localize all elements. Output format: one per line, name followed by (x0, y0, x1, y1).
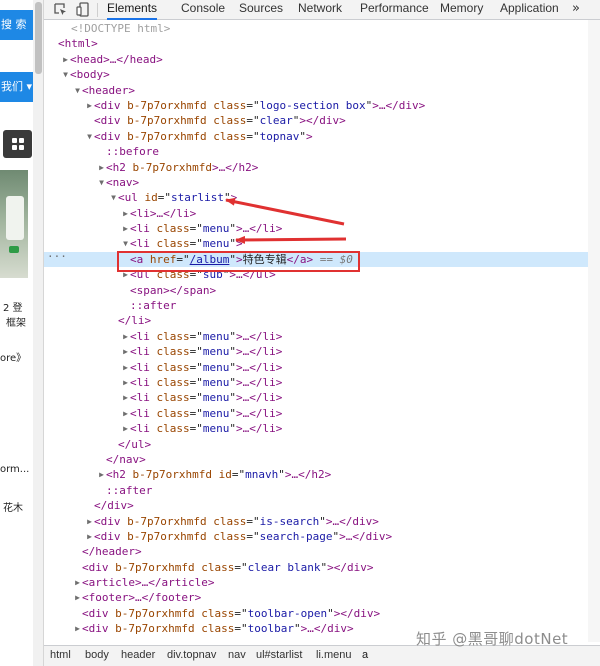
dom-node-div-close[interactable]: </div> (44, 498, 588, 513)
dom-node-header[interactable]: ▼ <header> (44, 83, 588, 98)
snippet-text-4[interactable]: orm... (0, 464, 29, 475)
tab-console[interactable]: Console (181, 0, 225, 20)
more-actions-icon[interactable]: ··· (47, 249, 67, 264)
crumb-nav[interactable]: nav (228, 649, 246, 661)
dom-node-body[interactable]: ▼ <body> (44, 67, 588, 82)
tab-performance[interactable]: Performance (360, 0, 429, 20)
dom-node-li-menu[interactable]: ▶ <li class="menu">…</li> (44, 329, 588, 344)
dom-node-toolbar-open[interactable]: <div b-7p7orxhmfd class="toolbar-open"><… (44, 606, 588, 621)
devtools-tabbar: Elements Console Sources Network Perform… (44, 0, 600, 20)
crumb-li-menu[interactable]: li.menu (316, 649, 351, 661)
dom-node-before[interactable]: ::before (44, 144, 588, 159)
annotation-highlight-box (117, 251, 360, 272)
dom-node-head[interactable]: ▶ <head>…</head> (44, 52, 588, 67)
dom-node-li-menu[interactable]: ▶ <li class="menu">…</li> (44, 221, 588, 236)
crumb-starlist[interactable]: ul#starlist (256, 649, 302, 661)
tab-network[interactable]: Network (298, 0, 342, 20)
elements-scrollbar[interactable] (588, 20, 600, 642)
tab-sources[interactable]: Sources (239, 0, 283, 20)
snippet-text-1: 2 登 (3, 303, 23, 314)
inspect-element-icon[interactable] (54, 3, 67, 16)
dom-node-li-menu[interactable]: ▶ <li class="menu">…</li> (44, 421, 588, 436)
snippet-text-2: 框架 (6, 318, 26, 329)
dom-node-h2[interactable]: ▶ <h2 b-7p7orxhmfd>…</h2> (44, 160, 588, 175)
dom-node-header-close[interactable]: </header> (44, 544, 588, 559)
more-tabs-chevron-icon[interactable]: » (572, 0, 580, 17)
dom-node-doctype[interactable]: <!DOCTYPE html> (44, 21, 588, 36)
dom-node-li-menu[interactable]: ▶ <li class="menu">…</li> (44, 344, 588, 359)
dom-tree: <!DOCTYPE html> <html> ▶ <head>…</head> … (44, 21, 588, 637)
article-thumbnail[interactable] (0, 170, 28, 278)
dom-node-logo-section[interactable]: ▶ <div b-7p7orxhmfd class="logo-section … (44, 98, 588, 113)
dom-node-nav-close[interactable]: </nav> (44, 452, 588, 467)
snippet-text-3[interactable]: ore》 (0, 349, 26, 364)
dom-node-footer[interactable]: ▶ <footer>…</footer> (44, 590, 588, 605)
dom-node-clear-blank[interactable]: <div b-7p7orxhmfd class="clear blank"></… (44, 560, 588, 575)
dom-node-is-search[interactable]: ▶ <div b-7p7orxhmfd class="is-search">…<… (44, 514, 588, 529)
dom-node-li-menu[interactable]: ▶ <li class="menu">…</li> (44, 390, 588, 405)
dom-node-after-li[interactable]: ::after (44, 298, 588, 313)
device-toolbar-icon[interactable] (76, 2, 90, 17)
dom-node-ul-close[interactable]: </ul> (44, 437, 588, 452)
crumb-a[interactable]: a (362, 649, 368, 661)
toolbar-separator (97, 3, 98, 17)
site-about-menu[interactable]: 我们 ▾ (0, 72, 33, 102)
grid-menu-icon[interactable] (3, 130, 32, 158)
dom-node-li-menu[interactable]: ▶ <li class="menu">…</li> (44, 406, 588, 421)
dom-node-clear[interactable]: <div b-7p7orxhmfd class="clear"></div> (44, 113, 588, 128)
crumb-body[interactable]: body (85, 649, 109, 661)
dom-node-article[interactable]: ▶ <article>…</article> (44, 575, 588, 590)
crumb-html[interactable]: html (50, 649, 71, 661)
page-scrollbar[interactable] (33, 0, 43, 666)
crumb-topnav[interactable]: div.topnav (167, 649, 216, 661)
dom-node-li[interactable]: ▶ <li>…</li> (44, 206, 588, 221)
devtools-panel: Elements Console Sources Network Perform… (44, 0, 600, 666)
dom-node-li-menu[interactable]: ▶ <li class="menu">…</li> (44, 375, 588, 390)
tab-application[interactable]: Application (500, 0, 559, 20)
watermark-text: 知乎 @黑哥聊dotNet (416, 630, 569, 648)
tab-elements[interactable]: Elements (107, 0, 158, 20)
dom-node-after-topnav[interactable]: ::after (44, 483, 588, 498)
snippet-text-5: 花木 (3, 503, 23, 514)
dom-node-li-menu-expanded[interactable]: ▼ <li class="menu"> (44, 236, 588, 251)
dom-node-li-menu[interactable]: ▶ <li class="menu">…</li> (44, 360, 588, 375)
dom-node-html[interactable]: <html> (44, 36, 588, 51)
dom-node-ul-starlist[interactable]: ▼ <ul id="starlist"> (44, 190, 588, 205)
site-search-button[interactable]: 搜 索 (0, 10, 33, 40)
dom-node-nav[interactable]: ▼ <nav> (44, 175, 588, 190)
crumb-header[interactable]: header (121, 649, 155, 661)
tab-memory[interactable]: Memory (440, 0, 483, 20)
dom-node-h2-mnavh[interactable]: ▶ <h2 b-7p7orxhmfd id="mnavh">…</h2> (44, 467, 588, 482)
dom-node-li-close[interactable]: </li> (44, 313, 588, 328)
dom-node-topnav[interactable]: ▼ <div b-7p7orxhmfd class="topnav"> (44, 129, 588, 144)
page-scrollbar-thumb[interactable] (35, 2, 42, 74)
dom-node-search-page[interactable]: ▶ <div b-7p7orxhmfd class="search-page">… (44, 529, 588, 544)
dom-node-span[interactable]: <span></span> (44, 283, 588, 298)
webpage-preview: 搜 索 我们 ▾ 2 登 框架 ore》 orm... 花木 (0, 0, 44, 666)
